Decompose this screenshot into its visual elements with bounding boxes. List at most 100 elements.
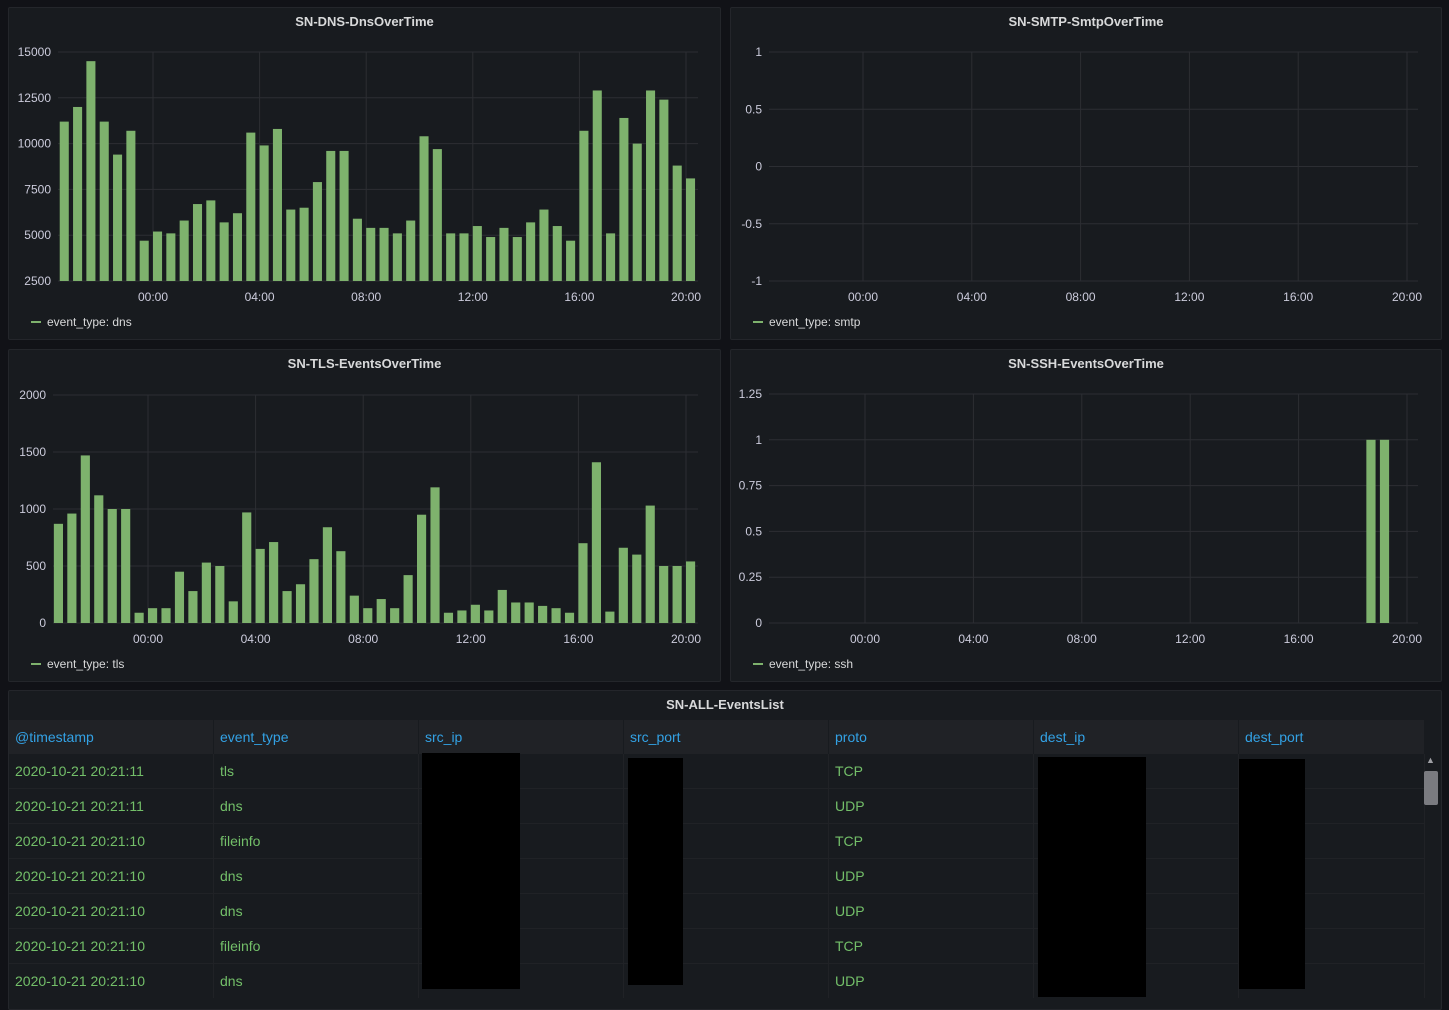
bar [419,136,429,281]
bar [166,233,176,281]
bar [126,130,136,281]
smtp-panel: SN-SMTP-SmtpOverTime 1 0.5 0 -0.5 -1 00:00 04:… [730,7,1442,340]
table-row[interactable]: 2020-10-21 20:21:10 fileinfo TCP [9,928,1425,964]
bar [645,505,655,623]
legend-item[interactable]: event_type: dns [31,315,132,329]
x-tick-label: 04:00 [957,290,987,304]
bar [606,233,616,281]
legend-swatch [31,321,41,323]
y-tick-label: 0 [39,616,46,630]
column-header-proto[interactable]: proto [828,720,1034,754]
bar [551,608,561,623]
bar [486,237,496,281]
x-tick-label: 08:00 [1067,632,1097,646]
bar [632,143,642,281]
ssh-chart: 1.25 1 0.75 0.5 0.25 0 00:00 04:00 08:00 12:00 16:… [739,387,1423,646]
panel-title[interactable]: SN-ALL-EventsList [9,697,1441,712]
bar [432,149,442,281]
y-tick-label: 1000 [19,502,46,516]
column-header-dest-ip[interactable]: dest_ip [1033,720,1239,754]
y-tick-label: 10000 [18,137,52,151]
column-header-src-port[interactable]: src_port [623,720,829,754]
bar [113,154,123,281]
bar [526,222,536,281]
bar [632,554,642,623]
bar [99,121,109,281]
timestamp-cell: 2020-10-21 20:21:11 [9,788,214,824]
bar [134,612,144,623]
y-tick-label: 0.5 [745,524,762,538]
column-header-src-ip[interactable]: src_ip [418,720,624,754]
bar [161,608,171,623]
timestamp-cell: 2020-10-21 20:21:10 [9,858,214,894]
redacted-dest-port [1239,759,1305,989]
bar [1366,439,1376,623]
bar [107,509,117,623]
bar [579,130,589,281]
column-header-event-type[interactable]: event_type [213,720,419,754]
bar [592,90,602,281]
x-tick-label: 04:00 [241,632,271,646]
table-header-row: @timestamp event_type src_ip src_port pr… [9,720,1425,754]
table-row[interactable]: 2020-10-21 20:21:10 dns UDP [9,858,1425,894]
bar [339,150,349,281]
legend-item[interactable]: event_type: tls [31,657,124,671]
bar [349,595,359,623]
scroll-up-icon[interactable]: ▲ [1426,755,1435,765]
scrollbar-thumb[interactable] [1424,771,1438,805]
timestamp-cell: 2020-10-21 20:21:10 [9,963,214,998]
x-tick-label: 16:00 [1284,632,1314,646]
bar [219,222,229,281]
smtp-chart: 1 0.5 0 -0.5 -1 00:00 04:00 08:00 12:00 16:00 20:0… [741,45,1422,304]
bar [686,561,696,623]
proto-cell: UDP [828,893,1034,929]
bar [552,226,562,281]
y-tick-label: -1 [751,274,762,288]
bar [511,602,521,623]
event-type-cell: dns [213,893,419,929]
y-tick-label: 1 [755,433,762,447]
column-header-dest-port[interactable]: dest_port [1238,720,1425,754]
bar [499,227,509,281]
y-tick-label: 0 [755,160,762,174]
table-row[interactable]: 2020-10-21 20:21:10 dns UDP [9,963,1425,998]
legend-item[interactable]: event_type: smtp [753,315,860,329]
legend-swatch [31,663,41,665]
table-row[interactable]: 2020-10-21 20:21:11 dns UDP [9,788,1425,824]
bar [322,527,332,623]
bar [67,513,77,623]
table-scrollbar[interactable]: ▲ [1424,753,1438,999]
legend-label: event_type: ssh [769,657,854,671]
bar [524,602,534,623]
bar [472,226,482,281]
bar [80,455,90,623]
bar [269,542,279,623]
bar [121,509,131,623]
column-header-timestamp[interactable]: @timestamp [9,720,214,754]
y-tick-label: 0 [755,616,762,630]
x-tick-label: 12:00 [1175,632,1205,646]
table-row[interactable]: 2020-10-21 20:21:10 dns UDP [9,893,1425,929]
y-tick-label: 500 [26,559,46,573]
event-type-cell: dns [213,788,419,824]
bar [53,523,63,623]
legend-item[interactable]: event_type: ssh [753,657,853,671]
bar [255,548,265,623]
timestamp-cell: 2020-10-21 20:21:11 [9,753,214,789]
table-row[interactable]: 2020-10-21 20:21:10 fileinfo TCP [9,823,1425,859]
bar [139,240,149,281]
event-type-cell: tls [213,753,419,789]
timestamp-cell: 2020-10-21 20:21:10 [9,823,214,859]
x-tick-label: 20:00 [1392,632,1422,646]
y-tick-label: 0.25 [739,570,763,584]
bar [459,233,469,281]
x-tick-label: 00:00 [133,632,163,646]
proto-cell: TCP [828,753,1034,789]
dns-panel: SN-DNS-DnsOverTime 15000 12500 10000 7500 50… [8,7,721,340]
table-row[interactable]: 2020-10-21 20:21:11 tls TCP [9,753,1425,789]
bar [379,227,389,281]
bar [295,584,306,623]
bar [564,612,575,623]
proto-cell: TCP [828,823,1034,859]
bar [326,150,336,281]
